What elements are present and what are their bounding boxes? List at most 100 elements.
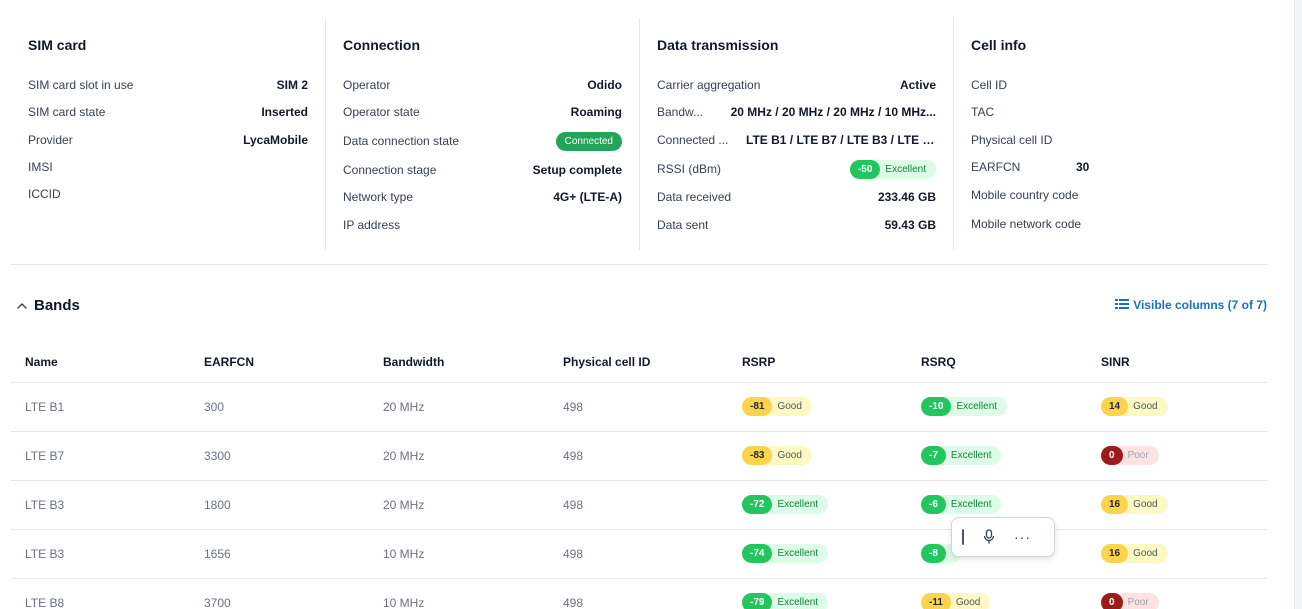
carrier-aggregation-value: Active [899, 78, 936, 92]
data-transmission-title: Data transmission [657, 37, 779, 53]
table-row: LTE B3 1800 20 MHz 498 -72 Excellent -6 Excelle… [11, 480, 1267, 530]
rssi-label: RSSI (dBm) [657, 162, 722, 176]
rsrp-quality: Excellent [777, 499, 819, 510]
earfcn-label: EARFCN [971, 160, 1021, 174]
connected-bands-label: Connected ... [657, 133, 729, 147]
data-received-row: Data received 233.46 GB [657, 187, 936, 207]
bands-collapse-toggle[interactable]: Bands [16, 297, 80, 314]
bandwidth-cell: 20 MHz [369, 382, 549, 432]
table-header-row: Name EARFCN Bandwidth Physical cell ID R… [11, 343, 1267, 383]
bandwidth-row: Bandw... 20 MHz / 20 MHz / 20 MHz / 10 MH… [657, 102, 936, 122]
rsrp-quality: Good [777, 401, 802, 412]
sinr-cell: 0 Poor [1087, 578, 1267, 609]
carrier-aggregation-label: Carrier aggregation [657, 78, 761, 92]
sinr-signal-badge: 0 Poor [1101, 593, 1159, 609]
sim-state-row: SIM card state Inserted [28, 102, 308, 122]
rsrp-signal-badge: -81 Good [742, 397, 812, 416]
sinr-value: 16 [1101, 495, 1129, 514]
earfcn-value: 30 [1076, 160, 1090, 174]
operator-state-row: Operator state Roaming [343, 102, 622, 122]
sinr-signal-badge: 16 Good [1101, 495, 1168, 514]
connection-stage-label: Connection stage [343, 163, 437, 177]
sinr-signal-badge: 14 Good [1101, 397, 1168, 416]
earfcn-cell: 1656 [190, 529, 369, 579]
data-sent-value: 59.43 GB [884, 218, 936, 232]
rsrp-signal-badge: -72 Excellent [742, 495, 829, 514]
sinr-quality: Good [1133, 499, 1158, 510]
connection-stage-value: Setup complete [532, 163, 622, 177]
provider-row: Provider LycaMobile [28, 130, 308, 150]
band-name-cell: LTE B1 [11, 382, 190, 432]
pci-cell: 498 [549, 578, 728, 609]
pci-cell: 498 [549, 431, 728, 481]
sinr-value: 0 [1101, 446, 1123, 465]
vertical-scrollbar[interactable] [1294, 0, 1302, 609]
rsrq-value: -7 [921, 446, 946, 465]
info-cards: SIM card SIM card slot in use SIM 2 SIM c… [11, 18, 1267, 250]
rsrq-cell: -11 Good [907, 578, 1087, 609]
earfcn-cell: 1800 [190, 480, 369, 530]
sim-slot-value: SIM 2 [276, 78, 308, 92]
data-received-value: 233.46 GB [877, 190, 936, 204]
chevron-up-icon [16, 300, 28, 312]
text-cursor-icon[interactable] [962, 529, 964, 545]
carrier-aggregation-row: Carrier aggregation Active [657, 75, 936, 95]
sinr-cell: 0 Poor [1087, 431, 1267, 481]
table-row: LTE B7 3300 20 MHz 498 -83 Good -7 Excellent 0 Po… [11, 431, 1267, 481]
rsrp-cell: -74 Excellent [728, 529, 907, 579]
physical-cell-id-label: Physical cell ID [971, 133, 1053, 147]
bandwidth-cell: 10 MHz [369, 578, 549, 609]
col-sinr-header[interactable]: SINR [1087, 343, 1267, 383]
col-rsrq-header[interactable]: RSRQ [907, 343, 1087, 383]
earfcn-cell: 300 [190, 382, 369, 432]
rsrq-quality: Excellent [950, 450, 992, 461]
bandwidth-cell: 10 MHz [369, 529, 549, 579]
table-row: LTE B1 300 20 MHz 498 -81 Good -10 Excellent 14 G… [11, 382, 1267, 432]
rsrp-cell: -79 Excellent [728, 578, 907, 609]
connected-bands-value: LTE B1 / LTE B7 / LTE B3 / LTE B... [746, 133, 936, 147]
earfcn-row: EARFCN 30 [971, 157, 1250, 177]
col-earfcn-header[interactable]: EARFCN [190, 343, 369, 383]
ip-address-row: IP address [343, 215, 622, 235]
provider-value: LycaMobile [243, 133, 308, 147]
sinr-value: 14 [1101, 397, 1129, 416]
connection-panel: Connection Operator Odido Operator state R… [325, 18, 639, 250]
microphone-icon[interactable] [982, 529, 996, 545]
operator-label: Operator [343, 78, 391, 92]
rssi-value: -50 [849, 159, 881, 179]
rsrq-cell: -10 Excellent [907, 382, 1087, 432]
cell-id-row: Cell ID [971, 75, 1250, 95]
rsrq-quality: Excellent [956, 401, 998, 412]
visible-columns-button[interactable]: Visible columns (7 of 7) [1115, 298, 1267, 312]
connected-status-badge: Connected [555, 131, 622, 151]
rsrp-signal-badge: -79 Excellent [742, 593, 829, 609]
band-name-cell: LTE B7 [11, 431, 190, 481]
table-row: LTE B8 3700 10 MHz 498 -79 Excellent -11 Good 0 P… [11, 578, 1267, 609]
col-bandwidth-header[interactable]: Bandwidth [369, 343, 549, 383]
pci-cell: 498 [549, 382, 728, 432]
rsrp-signal-badge: -83 Good [742, 446, 812, 465]
operator-state-label: Operator state [343, 105, 420, 119]
sinr-signal-badge: 16 Good [1101, 544, 1168, 563]
data-connection-state-label: Data connection state [343, 134, 460, 148]
iccid-row: ICCID [28, 184, 308, 204]
col-name-header[interactable]: Name [11, 343, 190, 383]
mcc-label: Mobile country code [971, 188, 1079, 202]
sinr-signal-badge: 0 Poor [1101, 446, 1159, 465]
ip-address-label: IP address [343, 218, 401, 232]
network-type-row: Network type 4G+ (LTE-A) [343, 187, 622, 207]
operator-state-value: Roaming [570, 105, 622, 119]
earfcn-cell: 3300 [190, 431, 369, 481]
more-options-icon[interactable]: ··· [1014, 530, 1031, 544]
sinr-cell: 16 Good [1087, 480, 1267, 530]
sim-card-panel: SIM card SIM card slot in use SIM 2 SIM c… [11, 18, 325, 250]
col-pci-header[interactable]: Physical cell ID [549, 343, 728, 383]
bandwidth-value: 20 MHz / 20 MHz / 20 MHz / 10 MHz... [730, 105, 936, 119]
rsrq-signal-badge: -6 Excellent [921, 495, 1002, 514]
tac-row: TAC [971, 102, 1250, 122]
data-connection-state-row: Data connection state Connected [343, 131, 622, 151]
visible-columns-label: Visible columns (7 of 7) [1133, 298, 1267, 312]
col-rsrp-header[interactable]: RSRP [728, 343, 907, 383]
floating-input-toolbar: ··· [951, 517, 1055, 557]
sim-state-label: SIM card state [28, 105, 106, 119]
